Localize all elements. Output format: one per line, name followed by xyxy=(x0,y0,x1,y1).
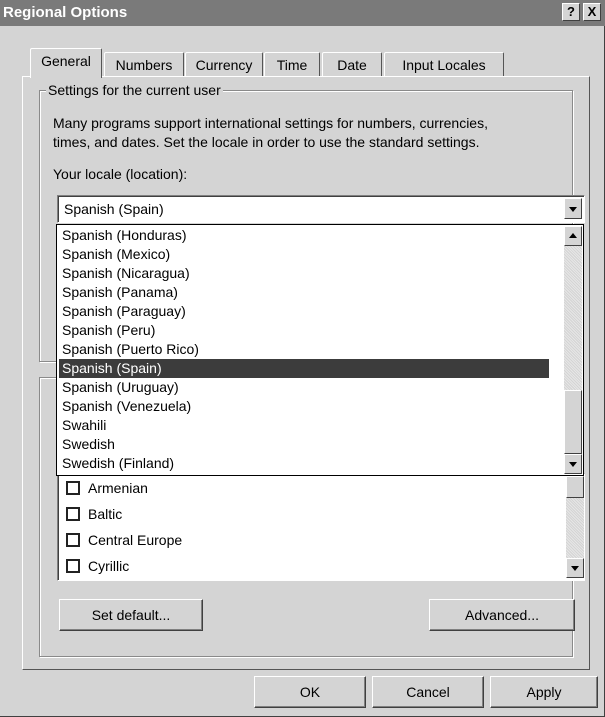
checkbox-central-europe[interactable] xyxy=(66,533,80,547)
language-list-scroll-thumb[interactable] xyxy=(566,476,584,498)
locale-dropdown-scroll-thumb[interactable] xyxy=(564,390,582,454)
dropdown-option[interactable]: Spanish (Honduras) xyxy=(59,226,549,245)
tab-time[interactable]: Time xyxy=(264,52,320,78)
language-list-scroll-down[interactable] xyxy=(566,558,584,578)
dropdown-option[interactable]: Spanish (Mexico) xyxy=(59,245,549,264)
locale-dropdown-list[interactable]: Spanish (Honduras) Spanish (Mexico) Spanis… xyxy=(56,224,584,476)
settings-group-legend: Settings for the current user xyxy=(46,82,223,98)
tab-date-label: Date xyxy=(337,57,367,73)
locale-combobox[interactable]: Spanish (Spain) xyxy=(57,195,585,223)
locale-dropdown-scroll-down[interactable] xyxy=(564,454,582,474)
close-button[interactable]: X xyxy=(583,3,601,21)
locale-dropdown-scroll-up[interactable] xyxy=(564,226,582,246)
tab-input-locales-label: Input Locales xyxy=(402,57,486,73)
tab-numbers-label: Numbers xyxy=(115,57,173,73)
settings-description-line2: times, and dates. Set the locale in orde… xyxy=(53,134,480,150)
tab-date[interactable]: Date xyxy=(322,52,382,78)
scroll-up-icon xyxy=(569,233,577,238)
checkbox-armenian-label: Armenian xyxy=(88,480,148,496)
dropdown-option[interactable]: Spanish (Peru) xyxy=(59,321,549,340)
dropdown-option[interactable]: Swedish xyxy=(59,435,549,454)
tab-input-locales[interactable]: Input Locales xyxy=(384,52,504,78)
checkbox-central-europe-label: Central Europe xyxy=(88,532,183,548)
locale-dropdown-scrollbar[interactable] xyxy=(564,226,582,474)
checkbox-baltic[interactable] xyxy=(66,507,80,521)
scroll-down-icon xyxy=(571,566,579,571)
tab-currency[interactable]: Currency xyxy=(185,52,263,78)
ok-button[interactable]: OK xyxy=(254,676,366,708)
locale-dropdown-button[interactable] xyxy=(564,198,582,219)
tab-time-label: Time xyxy=(276,57,308,73)
dropdown-option[interactable]: Spanish (Panama) xyxy=(59,283,549,302)
language-list-scrollbar[interactable] xyxy=(566,476,584,578)
scroll-down-icon xyxy=(569,462,577,467)
dropdown-option[interactable]: Spanish (Uruguay) xyxy=(59,378,549,397)
set-default-button[interactable]: Set default... xyxy=(59,599,203,631)
advanced-button[interactable]: Advanced... xyxy=(429,599,575,631)
checkbox-baltic-label: Baltic xyxy=(88,506,123,522)
checkbox-armenian[interactable] xyxy=(66,481,80,495)
tab-general-label: General xyxy=(41,53,91,69)
checkbox-cyrillic[interactable] xyxy=(66,559,80,573)
checkbox-cyrillic-label: Cyrillic xyxy=(88,558,130,574)
language-list[interactable]: Armenian Baltic Central Europe Cyrillic xyxy=(57,473,585,581)
apply-button[interactable]: Apply xyxy=(490,676,598,708)
dropdown-option[interactable]: Spanish (Spain) xyxy=(59,359,549,378)
locale-combobox-value: Spanish (Spain) xyxy=(64,201,164,217)
locale-label: Your locale (location): xyxy=(53,166,188,182)
dropdown-option[interactable]: Swedish (Finland) xyxy=(59,454,549,473)
chevron-down-icon xyxy=(569,206,577,212)
tab-numbers[interactable]: Numbers xyxy=(104,52,184,78)
dropdown-option[interactable]: Spanish (Nicaragua) xyxy=(59,264,549,283)
dropdown-option[interactable]: Spanish (Paraguay) xyxy=(59,302,549,321)
tab-currency-label: Currency xyxy=(195,57,253,73)
title-bar[interactable]: Regional Options ? X xyxy=(0,0,605,26)
help-button[interactable]: ? xyxy=(562,3,580,21)
dropdown-option[interactable]: Spanish (Puerto Rico) xyxy=(59,340,549,359)
regional-options-dialog: Regional Options ? X General Numbers Cur… xyxy=(0,0,605,717)
tab-general[interactable]: General xyxy=(30,48,102,78)
dropdown-option[interactable]: Swahili xyxy=(59,416,549,435)
window-title: Regional Options xyxy=(3,4,128,21)
settings-description-line1: Many programs support international sett… xyxy=(53,115,488,131)
cancel-button[interactable]: Cancel xyxy=(372,676,484,708)
dropdown-option[interactable]: Spanish (Venezuela) xyxy=(59,397,549,416)
